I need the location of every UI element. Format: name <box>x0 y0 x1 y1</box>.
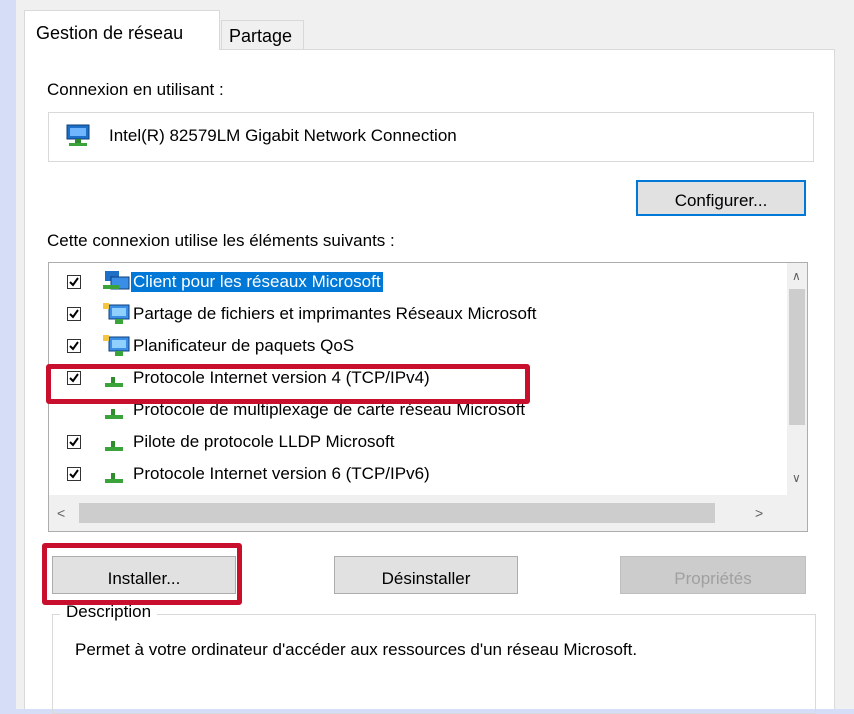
uninstall-button[interactable]: Désinstaller <box>334 556 518 594</box>
tab-partage[interactable]: Partage <box>221 20 304 50</box>
adapter-name: Intel(R) 82579LM Gigabit Network Connect… <box>109 126 457 145</box>
list-item[interactable]: Partage de fichiers et imprimantes Résea… <box>49 299 789 331</box>
scroll-right-icon[interactable]: > <box>755 505 763 521</box>
description-title: Description <box>60 602 158 622</box>
list-item[interactable]: Pilote de protocole LLDP Microsoft <box>49 427 789 459</box>
tab-gestion-reseau[interactable]: Gestion de réseau <box>24 10 220 50</box>
description-group <box>52 614 816 714</box>
checkbox[interactable] <box>67 275 81 289</box>
items-label: Cette connexion utilise les éléments sui… <box>47 231 395 250</box>
connect-label: Connexion en utilisant : <box>47 80 224 99</box>
scroll-down-icon[interactable]: ∨ <box>792 471 801 485</box>
protocol-icon <box>101 429 131 462</box>
item-label: Protocole Internet version 4 (TCP/IPv4) <box>133 368 430 387</box>
item-label: Client pour les réseaux Microsoft <box>131 272 383 292</box>
vertical-scroll-thumb[interactable] <box>789 289 805 425</box>
checkbox[interactable] <box>67 339 81 353</box>
checkbox[interactable] <box>67 467 81 481</box>
list-item[interactable]: Protocole de multiplexage de carte résea… <box>49 395 789 427</box>
vertical-scrollbar[interactable]: ∧ ∨ <box>787 263 807 495</box>
item-label: Pilote de protocole LLDP Microsoft <box>133 432 395 451</box>
checkbox[interactable] <box>67 435 81 449</box>
configure-button[interactable]: Configurer... <box>636 180 806 216</box>
list-item[interactable]: Client pour les réseaux Microsoft <box>49 267 789 299</box>
adapter-field: Intel(R) 82579LM Gigabit Network Connect… <box>48 112 814 162</box>
scroll-left-icon[interactable]: < <box>57 505 65 521</box>
protocol-icon <box>101 397 131 430</box>
protocol-icon <box>101 461 131 494</box>
network-adapter-icon <box>65 123 93 154</box>
horizontal-scroll-thumb[interactable] <box>79 503 715 523</box>
list-item[interactable]: Protocole Internet version 4 (TCP/IPv4) <box>49 363 789 395</box>
list-item[interactable]: Protocole Internet version 6 (TCP/IPv6) <box>49 459 789 491</box>
scroll-up-icon[interactable]: ∧ <box>792 269 801 283</box>
checkbox[interactable] <box>67 403 81 417</box>
horizontal-scrollbar[interactable]: < > <box>49 495 807 531</box>
item-label: Planificateur de paquets QoS <box>133 336 355 355</box>
components-list[interactable]: Client pour les réseaux Microsoft Partag… <box>48 262 808 532</box>
list-item[interactable]: Planificateur de paquets QoS <box>49 331 789 363</box>
install-button[interactable]: Installer... <box>52 556 236 594</box>
protocol-icon <box>101 365 131 398</box>
network-service-icon <box>101 301 131 334</box>
checkbox[interactable] <box>67 307 81 321</box>
description-text: Permet à votre ordinateur d'accéder aux … <box>75 640 638 659</box>
properties-button[interactable]: Propriétés <box>620 556 806 594</box>
item-label: Protocole Internet version 6 (TCP/IPv6) <box>133 464 430 483</box>
checkbox[interactable] <box>67 371 81 385</box>
network-client-icon <box>101 269 131 302</box>
item-label: Protocole de multiplexage de carte résea… <box>133 400 526 419</box>
item-label: Partage de fichiers et imprimantes Résea… <box>133 304 537 323</box>
network-service-icon <box>101 333 131 366</box>
